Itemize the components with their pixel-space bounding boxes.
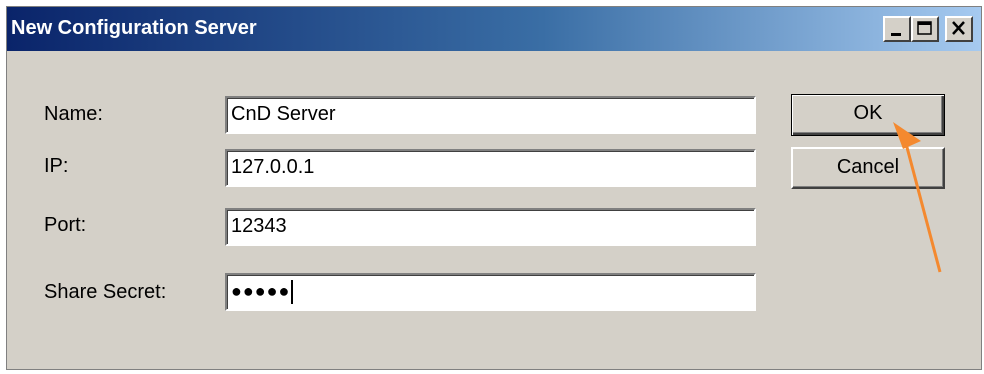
title-bar[interactable]: New Configuration Server xyxy=(7,7,981,51)
share-secret-field[interactable]: ●●●●● xyxy=(225,273,756,311)
close-button[interactable] xyxy=(945,16,973,42)
dialog-window: New Configuration Server Name: CnD Serve… xyxy=(6,6,982,370)
port-field[interactable]: 12343 xyxy=(225,208,756,246)
minimize-icon xyxy=(891,33,901,36)
ok-button[interactable]: OK xyxy=(791,94,945,136)
name-field-value: CnD Server xyxy=(231,103,336,125)
maximize-icon xyxy=(917,21,932,35)
window-title: New Configuration Server xyxy=(11,17,257,39)
name-field[interactable]: CnD Server xyxy=(225,96,756,134)
close-icon xyxy=(952,21,965,35)
name-label: Name: xyxy=(44,103,103,125)
cancel-button[interactable]: Cancel xyxy=(791,147,945,189)
port-label: Port: xyxy=(44,214,87,236)
share-secret-label: Share Secret: xyxy=(44,281,167,303)
ip-label: IP: xyxy=(44,155,69,177)
ip-field-value: 127.0.0.1 xyxy=(231,156,315,178)
ip-field[interactable]: 127.0.0.1 xyxy=(225,149,756,187)
maximize-button[interactable] xyxy=(911,16,939,42)
minimize-button[interactable] xyxy=(883,16,911,42)
port-field-value: 12343 xyxy=(231,215,287,237)
share-secret-value: ●●●●● xyxy=(231,281,291,301)
text-caret xyxy=(291,279,294,304)
